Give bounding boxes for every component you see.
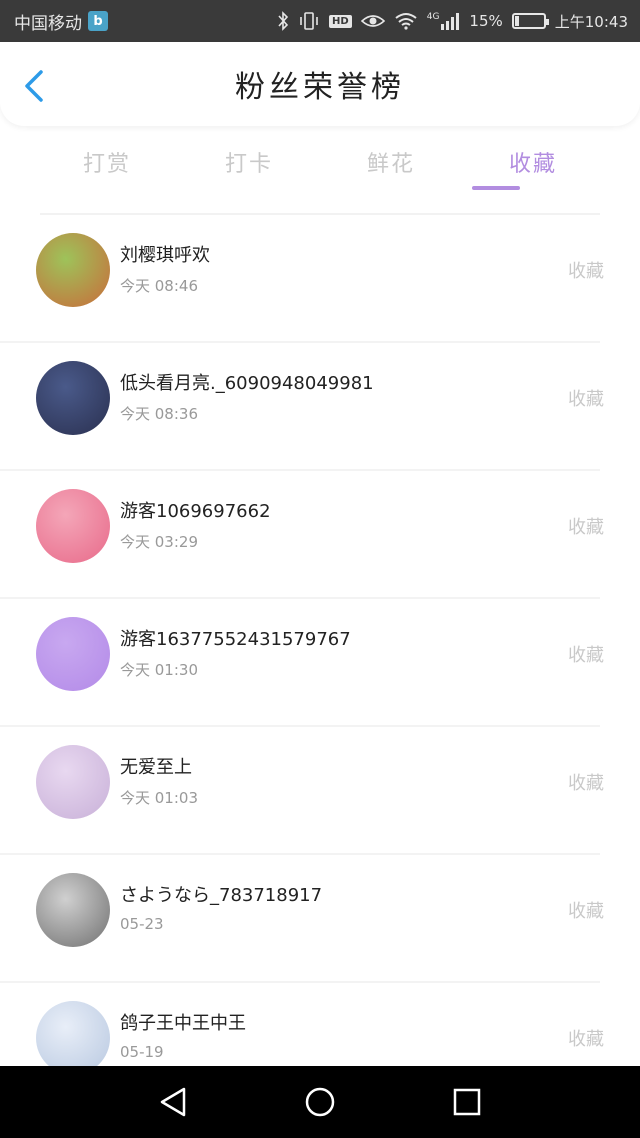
favorite-label: 收藏 (568, 261, 604, 282)
nav-recents-button[interactable] (447, 1082, 487, 1122)
timestamp: 05-23 (120, 915, 164, 933)
navigation-bar (0, 1066, 640, 1138)
favorite-label: 收藏 (568, 773, 604, 794)
user-name: 低头看月亮._6090948049981 (120, 373, 374, 394)
battery-fill (514, 16, 519, 26)
user-name: 鸽子王中王中王 (120, 1013, 246, 1034)
list-item[interactable]: 游客1069697662 今天 03:29 收藏 (0, 471, 604, 599)
tab-favorites[interactable]: 收藏 (462, 140, 604, 192)
square-recents-icon (453, 1088, 480, 1116)
avatar[interactable] (36, 233, 110, 307)
status-right: HD 4G 15% 上午10:43 (277, 11, 628, 32)
list-item[interactable]: さようなら_783718917 05-23 收藏 (0, 855, 604, 983)
tab-bar: 打赏 打卡 鲜花 收藏 (0, 140, 640, 192)
avatar[interactable] (36, 361, 110, 435)
tab-reward[interactable]: 打赏 (36, 140, 178, 192)
timestamp: 今天 08:46 (120, 277, 198, 295)
user-name: さようなら_783718917 (120, 885, 323, 906)
hd-badge: HD (329, 14, 352, 28)
wifi-icon (394, 12, 418, 30)
favorite-label: 收藏 (568, 517, 604, 538)
network-type: 4G (426, 12, 440, 22)
fan-list: 刘樱琪呼欢 今天 08:46 收藏 低头看月亮._6090948049981 今天 08… (0, 215, 640, 1111)
chevron-left-icon (25, 70, 43, 102)
tab-indicator (472, 186, 520, 190)
carrier-name: 中国移动 (14, 13, 82, 34)
timestamp: 今天 08:36 (120, 405, 198, 423)
vibrate-icon (298, 11, 320, 31)
back-button[interactable] (16, 68, 52, 104)
favorite-label: 收藏 (568, 901, 604, 922)
status-bar: 中国移动 b HD 4G 15% 上午10:43 (0, 0, 640, 42)
timestamp: 05-19 (120, 1043, 164, 1061)
user-name: 游客1069697662 (120, 501, 271, 522)
triangle-back-icon (161, 1087, 186, 1117)
circle-home-icon (305, 1087, 335, 1117)
user-name: 无爱至上 (120, 757, 192, 778)
clock: 上午10:43 (554, 12, 628, 31)
timestamp: 今天 01:03 (120, 789, 198, 807)
avatar[interactable] (36, 873, 110, 947)
nav-home-button[interactable] (300, 1082, 340, 1122)
list-item[interactable]: 无爱至上今天 01:03 收藏 (0, 727, 604, 855)
timestamp: 今天 01:30 (120, 661, 198, 679)
nav-back-button[interactable] (153, 1082, 193, 1122)
tab-flowers[interactable]: 鲜花 (320, 140, 462, 192)
timestamp: 今天 03:29 (120, 533, 198, 551)
list-item[interactable]: 游客16377552431579767 今天 01:30 收藏 (0, 599, 604, 727)
battery-percent: 15% (469, 12, 503, 30)
user-name: 游客16377552431579767 (120, 629, 351, 650)
user-name: 刘樱琪呼欢 (120, 245, 210, 266)
signal-icon: 4G (427, 12, 461, 30)
avatar[interactable] (36, 745, 110, 819)
tab-checkin[interactable]: 打卡 (178, 140, 320, 192)
eye-icon (360, 13, 385, 29)
avatar[interactable] (36, 489, 110, 563)
page-title: 粉丝荣誉榜 (235, 70, 405, 105)
avatar[interactable] (36, 617, 110, 691)
carrier-badge: b (88, 11, 108, 31)
list-item[interactable]: 刘樱琪呼欢今天 08:46 收藏 (0, 215, 604, 343)
header: 粉丝荣誉榜 (0, 42, 640, 126)
favorite-label: 收藏 (568, 389, 604, 410)
battery-icon (511, 13, 549, 29)
favorite-label: 收藏 (568, 1029, 604, 1050)
status-left: 中国移动 b (14, 9, 108, 34)
avatar[interactable] (36, 1001, 110, 1075)
favorite-label: 收藏 (568, 645, 604, 666)
list-item[interactable]: 低头看月亮._6090948049981 今天 08:36 收藏 (0, 343, 604, 471)
bluetooth-icon (277, 11, 289, 31)
